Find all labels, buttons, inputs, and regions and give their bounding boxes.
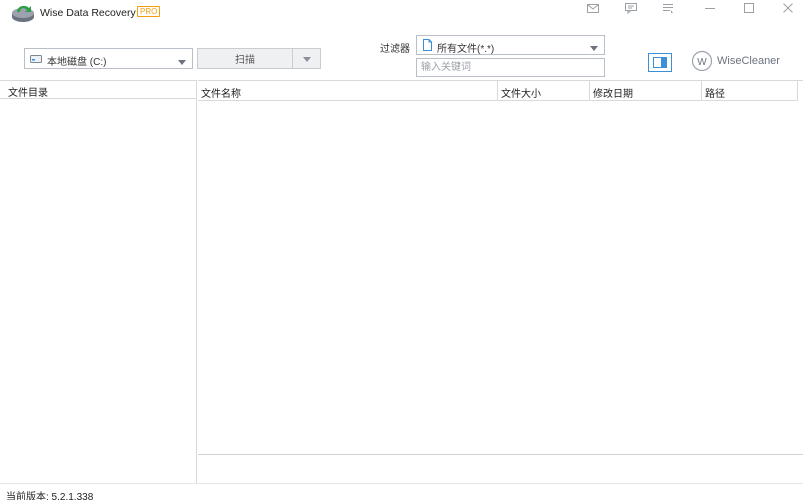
feedback-icon[interactable]	[618, 0, 644, 16]
split-view-icon	[653, 57, 667, 68]
minimize-icon[interactable]	[697, 0, 723, 16]
scan-dropdown-button[interactable]	[293, 48, 321, 69]
brand-name: WiseCleaner	[717, 55, 780, 67]
column-header-size[interactable]: 文件大小	[498, 81, 590, 101]
file-list-panel[interactable]: 文件名称 文件大小 修改日期 路径	[198, 80, 803, 454]
column-header-label: 文件大小	[501, 89, 541, 100]
maximize-icon[interactable]	[736, 0, 762, 16]
column-header-label: 修改日期	[593, 89, 633, 100]
column-header-path[interactable]: 路径	[702, 81, 798, 101]
column-header-label: 文件名称	[201, 89, 241, 100]
keyword-input[interactable]	[416, 58, 605, 77]
chevron-down-icon	[178, 57, 186, 68]
version-text: 当前版本: 5.2.1.338	[6, 492, 94, 500]
directory-header: 文件目录	[0, 81, 196, 99]
column-header-label: 路径	[705, 89, 725, 100]
pro-badge: PRO	[137, 6, 161, 17]
menu-icon[interactable]	[655, 0, 681, 16]
title-bar: Wise Data Recovery PRO	[0, 0, 803, 30]
drive-select[interactable]: 本地磁盘 (C:)	[24, 48, 193, 69]
column-header-name[interactable]: 文件名称	[198, 81, 498, 101]
directory-header-label: 文件目录	[8, 88, 48, 99]
close-icon[interactable]	[775, 0, 801, 16]
hard-drive-icon	[30, 54, 42, 67]
app-logo-icon	[10, 2, 36, 24]
drive-select-value: 本地磁盘 (C:)	[47, 57, 107, 68]
directory-panel[interactable]: 文件目录	[0, 80, 197, 483]
chevron-down-icon	[303, 57, 311, 62]
panel-toggle-button[interactable]	[648, 53, 672, 72]
file-icon	[423, 39, 432, 54]
filter-label: 过滤器	[380, 44, 410, 55]
brand-logo-letter: W	[697, 57, 707, 68]
column-header-modified[interactable]: 修改日期	[590, 81, 702, 101]
filter-select[interactable]: 所有文件(*.*)	[416, 35, 605, 55]
app-title: Wise Data Recovery	[40, 7, 136, 19]
chevron-down-icon	[590, 43, 598, 54]
mail-icon[interactable]	[580, 0, 606, 16]
file-details-area	[198, 454, 803, 483]
scan-button[interactable]: 扫描	[197, 48, 293, 69]
status-bar: 当前版本: 5.2.1.338	[0, 483, 803, 500]
filter-select-value: 所有文件(*.*)	[437, 44, 495, 55]
wisecleaner-logo-icon: W	[691, 50, 713, 75]
